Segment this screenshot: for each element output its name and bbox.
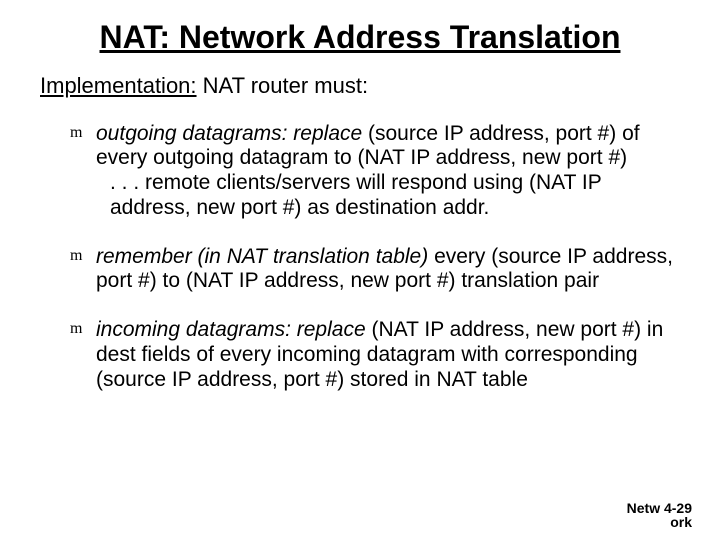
bullet-marker: m — [70, 124, 82, 143]
bullet-continuation: . . . remote clients/servers will respon… — [96, 171, 680, 221]
subtitle-lead: Implementation: — [40, 73, 197, 98]
bullet-lead: outgoing datagrams: replace — [96, 122, 362, 145]
footer-line-2: ork — [627, 515, 692, 530]
bullet-marker: m — [70, 320, 82, 339]
list-item: m outgoing datagrams: replace (source IP… — [70, 122, 680, 221]
footer-line-1: Netw 4-29 — [627, 501, 692, 516]
slide-subtitle: Implementation: NAT router must: — [40, 73, 680, 99]
slide-title: NAT: Network Address Translation — [40, 20, 680, 55]
list-item: m incoming datagrams: replace (NAT IP ad… — [70, 318, 680, 392]
subtitle-rest: NAT router must: — [197, 73, 369, 98]
list-item: m remember (in NAT translation table) ev… — [70, 245, 680, 295]
bullet-lead: incoming datagrams: replace — [96, 318, 366, 341]
slide-footer: Netw 4-29 ork — [627, 501, 692, 530]
bullet-list: m outgoing datagrams: replace (source IP… — [40, 122, 680, 393]
bullet-lead: remember (in NAT translation table) — [96, 245, 428, 268]
bullet-marker: m — [70, 247, 82, 266]
slide: NAT: Network Address Translation Impleme… — [0, 0, 720, 540]
